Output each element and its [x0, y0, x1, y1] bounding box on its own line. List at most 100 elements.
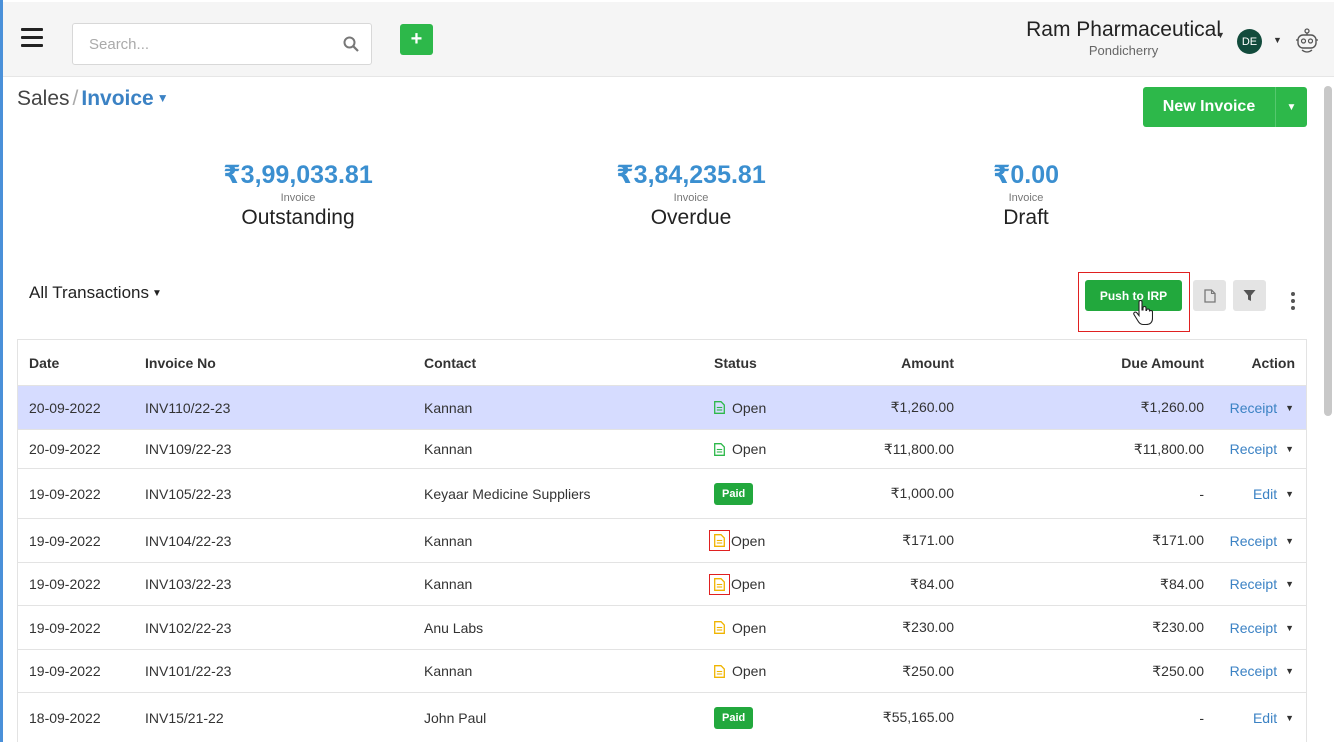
cell-amount: ₹230.00 [902, 619, 954, 635]
menu-icon[interactable] [21, 28, 43, 48]
hand-cursor-icon [1133, 300, 1153, 326]
cell-action: Edit ▼ [1204, 486, 1306, 502]
table-row[interactable]: 19-09-2022 INV101/22-23 Kannan Open ₹250… [18, 650, 1306, 693]
row-action-caret-icon[interactable]: ▼ [1285, 579, 1294, 589]
cell-contact: Anu Labs [424, 619, 484, 636]
header-invoice-no[interactable]: Invoice No [145, 355, 424, 371]
stat-draft[interactable]: ₹0.00 Invoice Draft [896, 160, 1156, 230]
row-action-caret-icon[interactable]: ▼ [1285, 444, 1294, 454]
quick-add-button[interactable]: + [400, 24, 433, 55]
row-action-caret-icon[interactable]: ▼ [1285, 713, 1294, 723]
cell-contact: Kannan [424, 663, 473, 679]
paid-badge: Paid [714, 482, 754, 505]
page-scrollbar[interactable] [1324, 86, 1332, 416]
cell-date: 18-09-2022 [29, 709, 101, 726]
status-text: Open [732, 619, 767, 636]
cell-status: Paid [714, 482, 814, 505]
row-action-caret-icon[interactable]: ▼ [1285, 403, 1294, 413]
header-amount[interactable]: Amount [814, 355, 954, 371]
table-header: Date Invoice No Contact Status Amount Du… [18, 340, 1306, 386]
table-row[interactable]: 20-09-2022 INV110/22-23 Kannan Open ₹1,2… [18, 386, 1306, 430]
document-icon [1203, 288, 1216, 303]
row-action-caret-icon[interactable]: ▼ [1285, 489, 1294, 499]
stat-amount: ₹3,84,235.81 [616, 161, 766, 189]
cell-invoice-no: INV101/22-23 [145, 663, 232, 679]
edit-link[interactable]: Edit [1253, 710, 1277, 726]
transactions-filter-label: All Transactions [29, 283, 149, 302]
table-row[interactable]: 19-09-2022 INV104/22-23 Kannan Open ₹171… [18, 519, 1306, 563]
cell-amount: ₹171.00 [902, 532, 954, 548]
company-city: Pondicherry [1088, 43, 1159, 58]
stat-label: Outstanding [241, 206, 355, 229]
search-icon[interactable] [343, 36, 359, 52]
search-box [72, 23, 372, 65]
status-text: Open [732, 663, 767, 679]
header-contact[interactable]: Contact [424, 355, 714, 371]
export-document-button[interactable] [1193, 280, 1226, 311]
user-avatar[interactable]: DE [1237, 29, 1262, 54]
stat-outstanding[interactable]: ₹3,99,033.81 Invoice Outstanding [168, 160, 428, 230]
cell-contact: Kannan [424, 532, 473, 549]
new-invoice-label[interactable]: New Invoice [1143, 87, 1275, 127]
table-row[interactable]: 20-09-2022 INV109/22-23 Kannan Open ₹11,… [18, 430, 1306, 469]
more-options-icon[interactable] [1288, 292, 1298, 312]
search-input[interactable] [73, 24, 323, 64]
receipt-link[interactable]: Receipt [1230, 620, 1277, 636]
filter-button[interactable] [1233, 280, 1266, 311]
cell-action: Receipt ▼ [1204, 441, 1306, 457]
top-bar: + Ram Pharmaceutical Pondicherry ▼ DE ▼ [3, 2, 1334, 77]
edit-link[interactable]: Edit [1253, 486, 1277, 502]
cell-contact: Kannan [424, 399, 473, 416]
user-dropdown-caret-icon[interactable]: ▼ [1273, 35, 1282, 45]
cell-contact: Kannan [424, 576, 473, 592]
table-row[interactable]: 19-09-2022 INV102/22-23 Anu Labs Open ₹2… [18, 606, 1306, 650]
company-switcher[interactable]: Ram Pharmaceutical Pondicherry [1026, 18, 1221, 58]
receipt-link[interactable]: Receipt [1230, 400, 1277, 416]
highlighted-status-icon [709, 530, 730, 551]
cell-status: Open [709, 573, 814, 595]
cell-status: Open [714, 441, 814, 457]
cell-due-amount: ₹11,800.00 [1133, 440, 1204, 457]
receipt-link[interactable]: Receipt [1230, 441, 1277, 457]
breadcrumb-sales[interactable]: Sales [17, 87, 70, 110]
row-action-caret-icon[interactable]: ▼ [1285, 536, 1294, 546]
invoice-pending-icon [714, 621, 725, 634]
breadcrumb-separator: / [72, 87, 79, 110]
row-action-caret-icon[interactable]: ▼ [1285, 666, 1294, 676]
header-status[interactable]: Status [714, 355, 814, 371]
cell-amount: ₹250.00 [902, 662, 954, 679]
company-dropdown-caret-icon[interactable]: ▼ [1216, 30, 1225, 40]
row-action-caret-icon[interactable]: ▼ [1285, 623, 1294, 633]
receipt-link[interactable]: Receipt [1230, 576, 1277, 592]
cell-date: 19-09-2022 [29, 663, 101, 679]
cell-status: Open [709, 530, 814, 551]
cell-action: Receipt ▼ [1204, 620, 1306, 636]
new-invoice-caret-icon[interactable]: ▼ [1275, 87, 1307, 127]
header-action: Action [1251, 354, 1295, 371]
cell-invoice-no: INV110/22-23 [145, 399, 231, 416]
receipt-link[interactable]: Receipt [1230, 663, 1277, 679]
cell-amount: ₹11,800.00 [883, 440, 954, 457]
breadcrumb-caret-icon[interactable]: ▼ [157, 91, 169, 105]
stat-sub: Invoice [673, 192, 709, 204]
highlighted-status-icon [709, 573, 730, 595]
status-text: Open [732, 399, 767, 416]
filter-icon [1243, 290, 1256, 301]
stat-overdue[interactable]: ₹3,84,235.81 Invoice Overdue [561, 160, 821, 230]
assistant-bot-icon[interactable] [1293, 27, 1321, 55]
table-row[interactable]: 19-09-2022 INV103/22-23 Kannan Open ₹84.… [18, 563, 1306, 606]
table-row[interactable]: 18-09-2022 INV15/21-22 John Paul Paid ₹5… [18, 693, 1306, 742]
status-text: Open [732, 441, 767, 457]
receipt-link[interactable]: Receipt [1230, 533, 1277, 549]
transactions-filter-dropdown[interactable]: All Transactions ▼ [29, 283, 162, 303]
cell-due-amount: - [1199, 485, 1204, 502]
header-date[interactable]: Date [18, 355, 145, 371]
cell-due-amount: ₹1,260.00 [1140, 399, 1204, 415]
cell-invoice-no: INV109/22-23 [145, 441, 232, 457]
new-invoice-button[interactable]: New Invoice ▼ [1143, 87, 1307, 127]
breadcrumb-invoice[interactable]: Invoice [81, 87, 153, 110]
invoice-pending-icon [714, 534, 725, 547]
header-due-amount[interactable]: Due Amount [954, 355, 1204, 371]
table-row[interactable]: 19-09-2022 INV105/22-23 Keyaar Medicine … [18, 469, 1306, 519]
cell-date: 20-09-2022 [29, 399, 101, 416]
